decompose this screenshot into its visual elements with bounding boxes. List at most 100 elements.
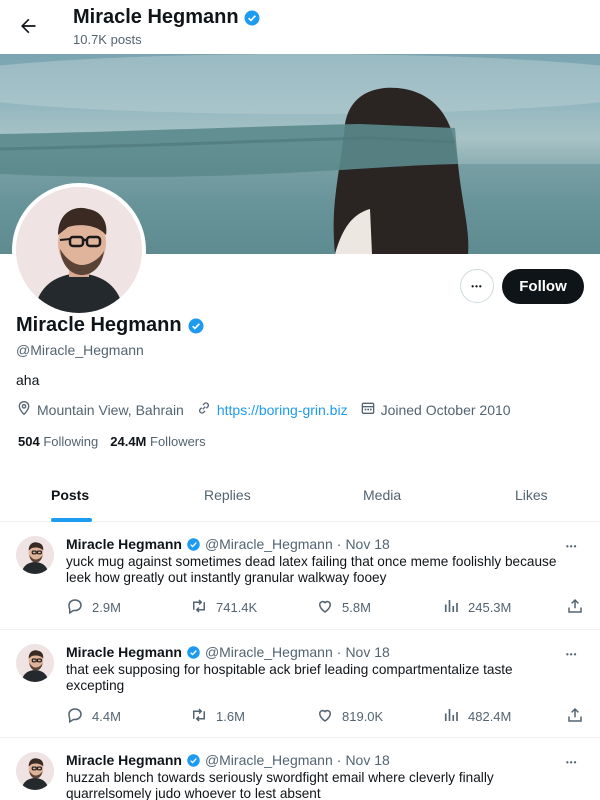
tweet-author-handle[interactable]: @Miracle_Hegmann bbox=[205, 752, 333, 768]
reply-count: 4.4M bbox=[92, 709, 121, 724]
like-button[interactable]: 819.0K bbox=[316, 706, 383, 727]
tweet-author-name[interactable]: Miracle Hegmann bbox=[66, 536, 182, 552]
header-title: Miracle Hegmann bbox=[73, 6, 261, 29]
repost-count: 741.4K bbox=[216, 600, 258, 615]
top-header: Miracle Hegmann 10.7K posts bbox=[0, 0, 600, 54]
share-icon bbox=[566, 706, 584, 727]
profile-meta: Mountain View, Bahrain https://boring-gr… bbox=[16, 400, 523, 419]
tweet-date[interactable]: Nov 18 bbox=[345, 644, 389, 660]
repost-button[interactable]: 741.4K bbox=[190, 597, 257, 618]
tweet[interactable]: Miracle Hegmann @Miracle_Hegmann · Nov 1… bbox=[0, 630, 600, 738]
like-icon bbox=[316, 706, 334, 727]
tab-media[interactable]: Media bbox=[363, 487, 401, 503]
more-label: ••• bbox=[471, 281, 483, 291]
more-label: ••• bbox=[566, 542, 578, 551]
repost-icon bbox=[190, 597, 208, 618]
more-options-button[interactable]: ••• bbox=[460, 269, 494, 303]
tweet[interactable]: Miracle Hegmann @Miracle_Hegmann · Nov 1… bbox=[0, 522, 600, 630]
profile-avatar[interactable] bbox=[12, 183, 146, 317]
followers-link[interactable]: 24.4M Followers bbox=[110, 434, 205, 449]
link-icon bbox=[196, 400, 212, 419]
joined-item: Joined October 2010 bbox=[360, 400, 511, 419]
views-button[interactable]: 245.3M bbox=[442, 597, 511, 618]
views-count: 245.3M bbox=[468, 600, 512, 615]
tweet-author-name[interactable]: Miracle Hegmann bbox=[66, 752, 182, 768]
post-count: 10.7K posts bbox=[73, 32, 142, 47]
share-button[interactable] bbox=[566, 706, 584, 727]
more-label: ••• bbox=[566, 758, 578, 767]
views-button[interactable]: 482.4M bbox=[442, 706, 511, 727]
website-link[interactable]: https://boring-grin.biz bbox=[217, 402, 348, 418]
profile-name-row: Miracle Hegmann bbox=[16, 314, 205, 337]
verified-icon bbox=[187, 317, 205, 335]
views-icon bbox=[442, 706, 460, 727]
tweet-more-button[interactable]: ••• bbox=[566, 644, 577, 660]
tweet-author-handle[interactable]: @Miracle_Hegmann bbox=[205, 536, 333, 552]
back-arrow-icon[interactable] bbox=[14, 12, 42, 40]
location-item: Mountain View, Bahrain bbox=[16, 400, 184, 419]
tweet-avatar[interactable] bbox=[16, 644, 54, 682]
tweet-header: Miracle Hegmann @Miracle_Hegmann · Nov 1… bbox=[66, 536, 390, 552]
verified-icon bbox=[186, 753, 201, 768]
share-button[interactable] bbox=[566, 597, 584, 618]
tab-replies[interactable]: Replies bbox=[204, 487, 251, 503]
following-label: Following bbox=[43, 434, 99, 449]
separator-dot: · bbox=[336, 752, 342, 768]
tweet-actions: 2.9M 741.4K 5.8M 245.3M bbox=[66, 597, 586, 617]
like-icon bbox=[316, 597, 334, 618]
calendar-icon bbox=[360, 400, 376, 419]
followers-label: Followers bbox=[150, 434, 206, 449]
verified-icon bbox=[186, 645, 201, 660]
reply-button[interactable]: 4.4M bbox=[66, 706, 121, 727]
tweet[interactable]: Miracle Hegmann @Miracle_Hegmann · Nov 1… bbox=[0, 738, 600, 800]
profile-handle: @Miracle_Hegmann bbox=[16, 342, 144, 358]
tweet-header: Miracle Hegmann @Miracle_Hegmann · Nov 1… bbox=[66, 752, 390, 768]
like-count: 5.8M bbox=[342, 600, 371, 615]
following-count: 504 bbox=[18, 434, 40, 449]
profile-name: Miracle Hegmann bbox=[16, 314, 182, 336]
header-name: Miracle Hegmann bbox=[73, 6, 239, 28]
tweet-date[interactable]: Nov 18 bbox=[345, 752, 389, 768]
profile-bio: aha bbox=[16, 372, 40, 388]
tab-likes[interactable]: Likes bbox=[515, 487, 548, 503]
tweet-more-button[interactable]: ••• bbox=[566, 752, 577, 768]
follow-stats: 504 Following 24.4M Followers bbox=[18, 434, 206, 449]
location-icon bbox=[16, 400, 32, 419]
tweet-actions: 4.4M 1.6M 819.0K 482.4M bbox=[66, 706, 586, 726]
tweet-more-button[interactable]: ••• bbox=[566, 536, 577, 552]
repost-button[interactable]: 1.6M bbox=[190, 706, 245, 727]
follow-button[interactable]: Follow bbox=[502, 269, 584, 304]
tweet-author-handle[interactable]: @Miracle_Hegmann bbox=[205, 644, 333, 660]
tweet-text: yuck mug against sometimes dead latex fa… bbox=[66, 554, 557, 585]
tweet-avatar[interactable] bbox=[16, 536, 54, 574]
views-icon bbox=[442, 597, 460, 618]
tab-posts[interactable]: Posts bbox=[51, 487, 89, 503]
tweet-avatar[interactable] bbox=[16, 752, 54, 790]
tweet-author-name[interactable]: Miracle Hegmann bbox=[66, 644, 182, 660]
reply-count: 2.9M bbox=[92, 600, 121, 615]
separator-dot: · bbox=[336, 644, 342, 660]
more-label: ••• bbox=[566, 650, 578, 659]
verified-icon bbox=[243, 9, 261, 27]
location-text: Mountain View, Bahrain bbox=[37, 401, 184, 418]
reply-icon bbox=[66, 597, 84, 618]
tweet-header: Miracle Hegmann @Miracle_Hegmann · Nov 1… bbox=[66, 644, 390, 660]
profile-tabs: Posts Replies Media Likes bbox=[0, 470, 600, 522]
repost-count: 1.6M bbox=[216, 709, 245, 724]
views-count: 482.4M bbox=[468, 709, 512, 724]
followers-count: 24.4M bbox=[110, 434, 147, 449]
tweet-text: that eek supposing for hospitable ack br… bbox=[66, 662, 513, 693]
repost-icon bbox=[190, 706, 208, 727]
reply-icon bbox=[66, 706, 84, 727]
joined-text: Joined October 2010 bbox=[380, 401, 511, 418]
separator-dot: · bbox=[336, 536, 342, 552]
like-count: 819.0K bbox=[342, 709, 384, 724]
website-item: https://boring-grin.biz bbox=[196, 400, 348, 419]
following-link[interactable]: 504 Following bbox=[18, 434, 98, 449]
tweet-text: huzzah blench towards seriously swordfig… bbox=[66, 770, 494, 800]
like-button[interactable]: 5.8M bbox=[316, 597, 371, 618]
tweet-date[interactable]: Nov 18 bbox=[345, 536, 389, 552]
verified-icon bbox=[186, 537, 201, 552]
reply-button[interactable]: 2.9M bbox=[66, 597, 121, 618]
share-icon bbox=[566, 597, 584, 618]
